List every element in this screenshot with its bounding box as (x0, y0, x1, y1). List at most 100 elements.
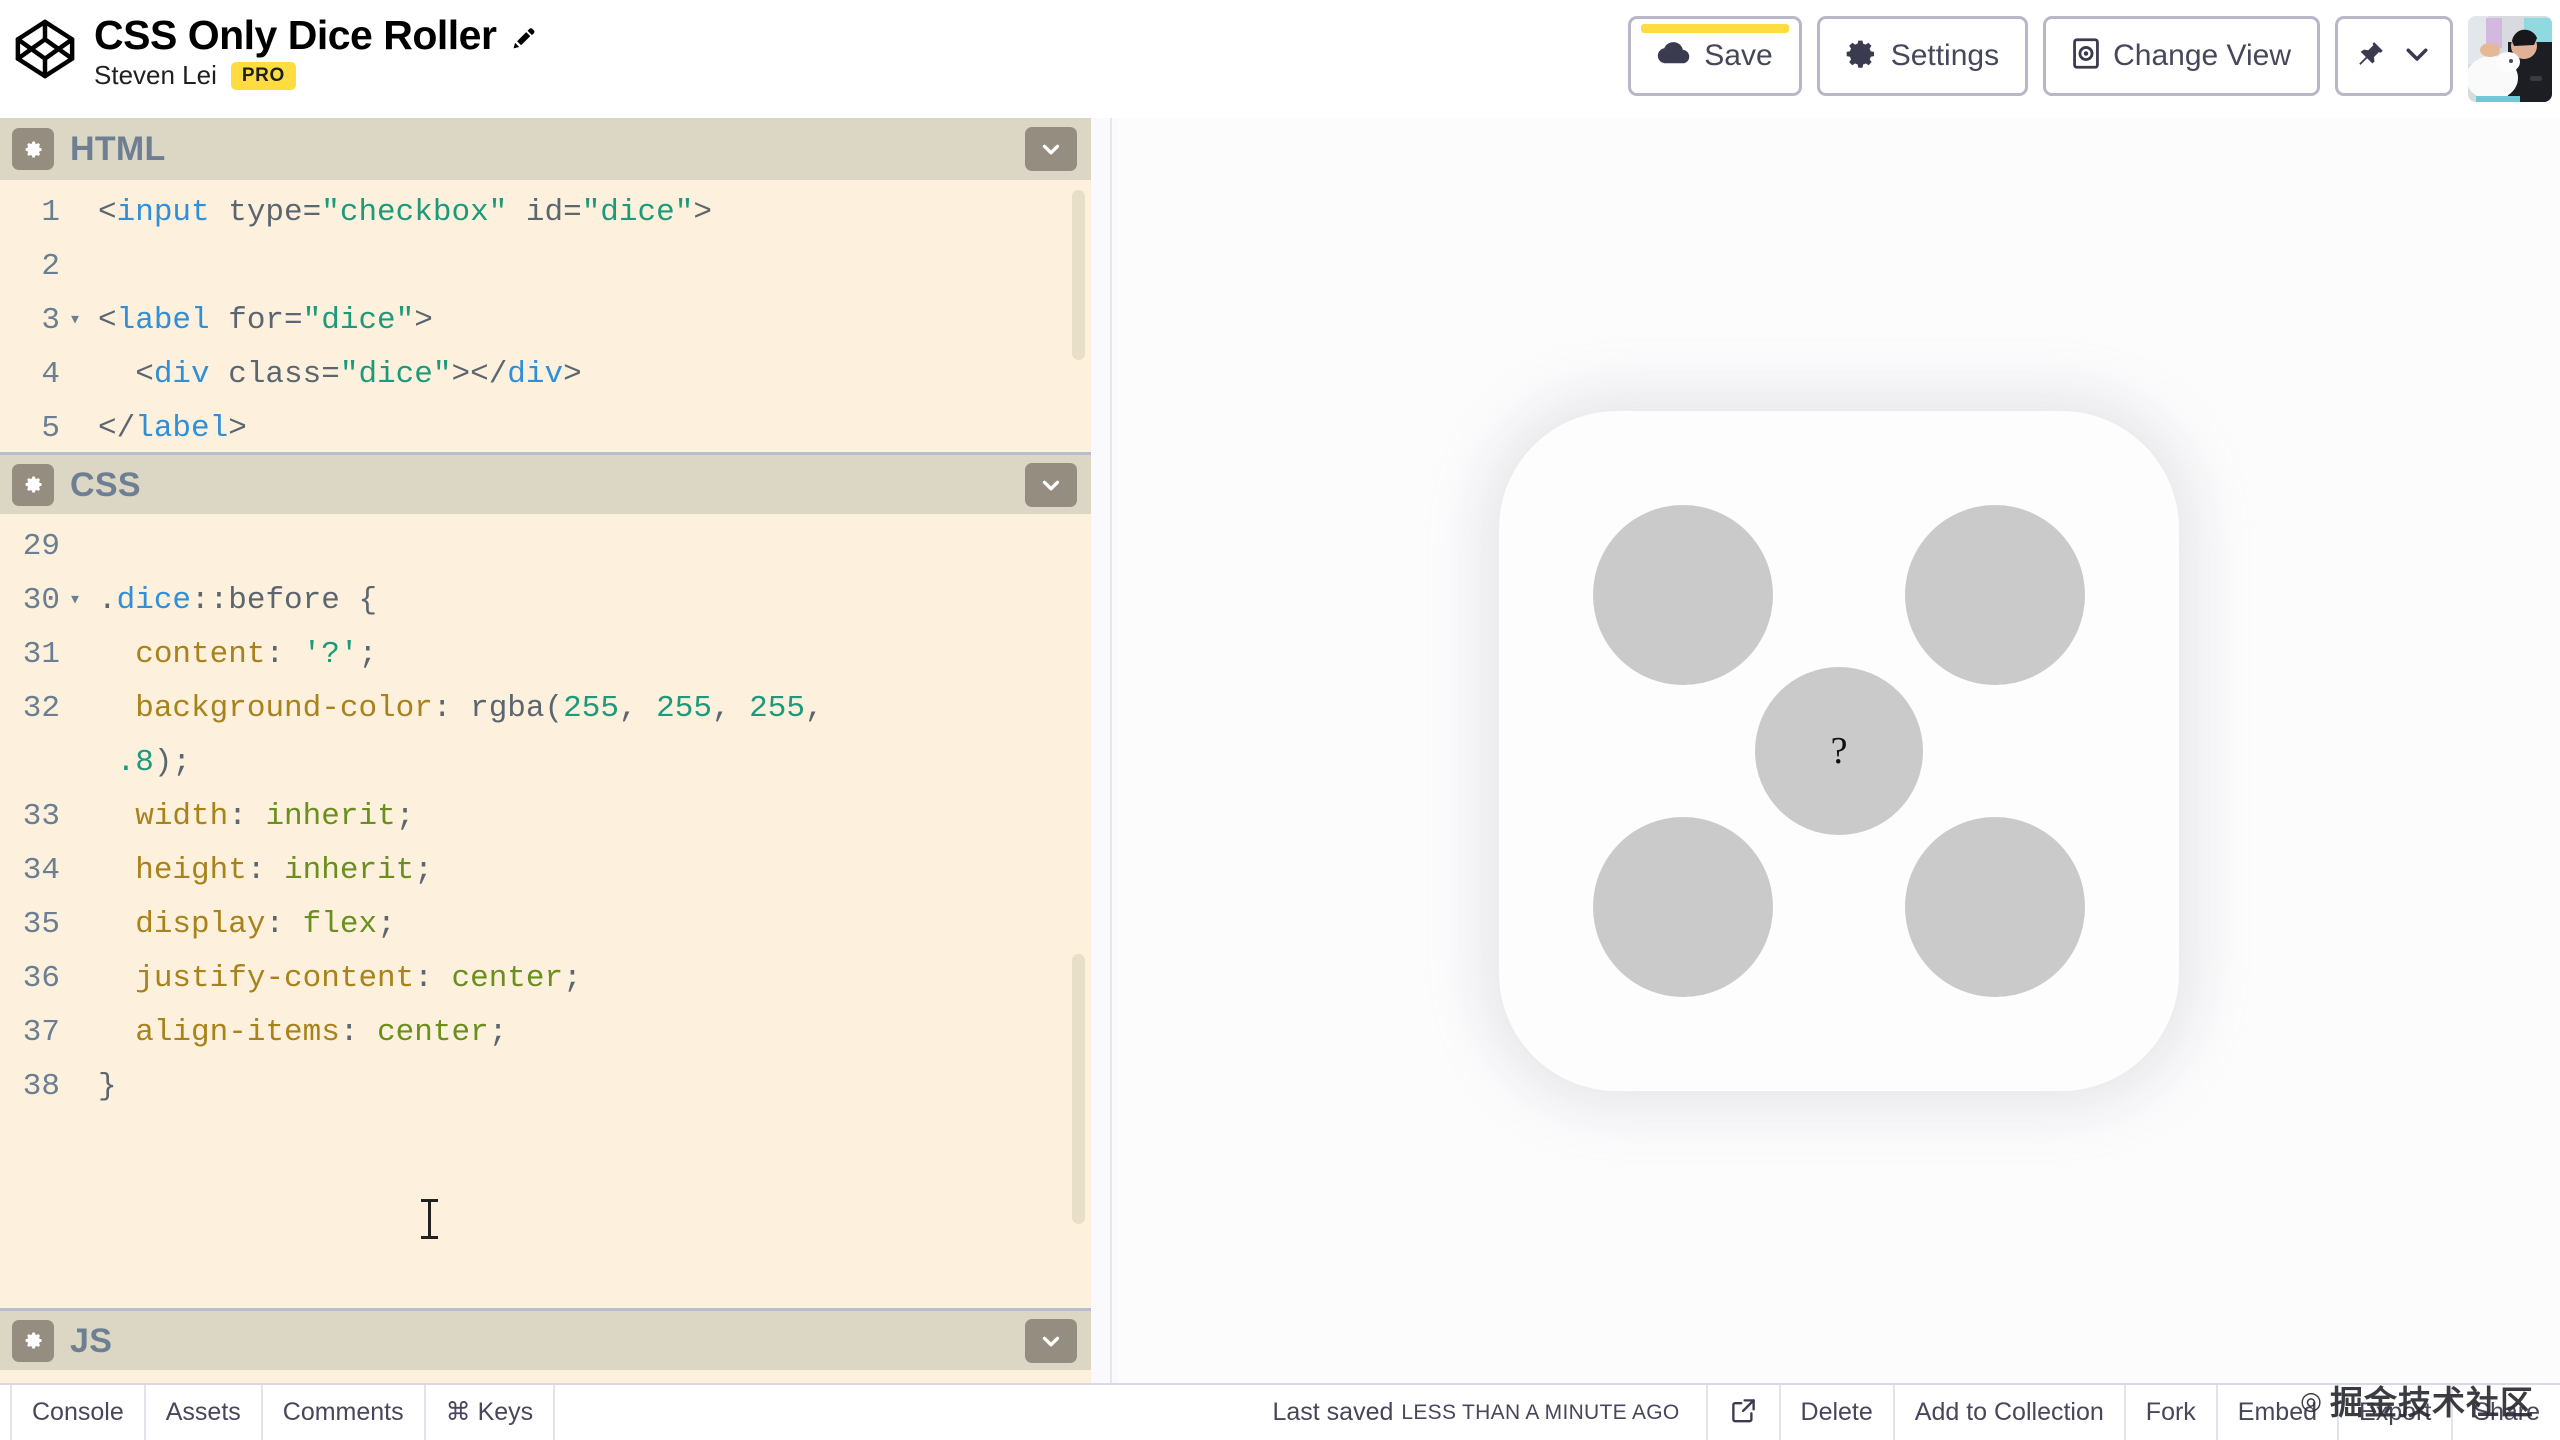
code-line[interactable]: 4 <div class="dice"></div> (0, 348, 1091, 402)
code-line[interactable]: 2 (0, 240, 1091, 294)
bottom-tab-comments[interactable]: Comments (263, 1385, 426, 1440)
page-title: CSS Only Dice Roller (94, 12, 497, 58)
html-panel-label: HTML (70, 130, 166, 168)
code-line[interactable]: 35 display: flex; (0, 898, 1091, 952)
line-number: 1 (41, 195, 60, 230)
change-view-icon (2072, 37, 2100, 75)
code-text: .dice::before { (98, 583, 378, 618)
code-line[interactable]: 36 justify-content: center; (0, 952, 1091, 1006)
code-text: content: '?'; (135, 637, 378, 672)
code-text: display: flex; (135, 907, 396, 942)
add-to-collection-button[interactable]: Add to Collection (1892, 1385, 2124, 1440)
css-editor-panel: CSS 29 30 ▾ .dice::before {31 content: '?';… (0, 452, 1091, 1308)
fork-button[interactable]: Fork (2123, 1385, 2216, 1440)
code-line[interactable]: 34 height: inherit; (0, 844, 1091, 898)
author-name[interactable]: Steven Lei (94, 60, 217, 91)
open-external-button[interactable] (1705, 1385, 1779, 1440)
last-saved-status: Last saved LESS THAN A MINUTE AGO (1246, 1385, 1705, 1440)
embed-button[interactable]: Embed (2215, 1385, 2337, 1440)
change-view-button[interactable]: Change View (2043, 16, 2320, 96)
js-settings-gear-icon[interactable] (12, 1319, 54, 1362)
last-saved-prefix: Last saved (1272, 1398, 1394, 1426)
bottom-right-actions: Last saved LESS THAN A MINUTE AGO Delete… (1246, 1385, 2560, 1440)
js-collapse-chevron-down-icon[interactable] (1025, 1318, 1077, 1363)
js-panel-header: JS (0, 1308, 1091, 1370)
js-editor-panel: JS (0, 1308, 1091, 1370)
line-number: 37 (22, 1015, 60, 1050)
author-row: Steven Lei PRO (94, 60, 537, 91)
dice-pip-top-left (1593, 504, 1773, 685)
title-row: CSS Only Dice Roller (94, 12, 537, 58)
pin-button[interactable] (2335, 16, 2453, 96)
line-number: 29 (22, 529, 60, 564)
save-label: Save (1704, 39, 1773, 72)
codepen-logo-icon[interactable] (14, 18, 76, 80)
panel-resizer[interactable] (1091, 118, 1118, 1383)
bottom-tab-assets[interactable]: Assets (146, 1385, 263, 1440)
css-editor-scrollbar[interactable] (1072, 954, 1085, 1224)
workspace: HTML 1 <input type="checkbox" id="dice"> 2… (0, 118, 2560, 1383)
html-code-area[interactable]: 1 <input type="checkbox" id="dice"> 2 3 ▾ <la… (0, 180, 1091, 452)
html-collapse-chevron-down-icon[interactable] (1025, 127, 1077, 171)
preview-pane[interactable]: ? (1118, 118, 2560, 1383)
line-number: 33 (22, 799, 60, 834)
html-editor-scrollbar[interactable] (1072, 190, 1085, 360)
line-number: 32 (22, 691, 60, 726)
bottom-bar-spacer (555, 1385, 1246, 1440)
dice-pip-bottom-right (1905, 816, 2085, 997)
external-link-icon (1730, 1397, 1757, 1429)
code-line[interactable]: 31 content: '?'; (0, 628, 1091, 682)
fold-toggle-icon[interactable]: ▾ (62, 574, 88, 628)
dice-preview[interactable]: ? (1499, 410, 2179, 1091)
pro-badge: PRO (230, 61, 296, 90)
html-editor-panel: HTML 1 <input type="checkbox" id="dice"> 2… (0, 118, 1091, 452)
gear-icon (1846, 38, 1878, 75)
code-line[interactable]: .8); (0, 736, 1091, 790)
settings-label: Settings (1890, 39, 2000, 72)
code-line[interactable]: 3 ▾ <label for="dice"> (0, 294, 1091, 348)
code-text: justify-content: center; (135, 961, 582, 996)
css-panel-label: CSS (70, 465, 141, 504)
css-code-area[interactable]: 29 30 ▾ .dice::before {31 content: '?'; 32 b… (0, 514, 1091, 1308)
code-line[interactable]: 33 width: inherit; (0, 790, 1091, 844)
change-view-label: Change View (2113, 39, 2291, 72)
line-number: 35 (22, 907, 60, 942)
pencil-icon[interactable] (510, 25, 537, 52)
code-line[interactable]: 30 ▾ .dice::before { (0, 574, 1091, 628)
code-line[interactable]: 38} (0, 1060, 1091, 1114)
save-button[interactable]: Save (1628, 16, 1802, 96)
last-saved-value: LESS THAN A MINUTE AGO (1401, 1401, 1680, 1424)
dice-pip-center: ? (1755, 666, 1923, 835)
code-text: height: inherit; (135, 853, 433, 888)
line-number: 36 (22, 961, 60, 996)
code-line[interactable]: 37 align-items: center; (0, 1006, 1091, 1060)
brand-block: CSS Only Dice Roller Steven Lei PRO (0, 0, 537, 91)
line-number: 31 (22, 637, 60, 672)
dice-pip-bottom-left (1593, 816, 1773, 997)
code-line[interactable]: 29 (0, 520, 1091, 574)
code-text: .8); (116, 745, 192, 780)
css-settings-gear-icon[interactable] (12, 463, 54, 506)
avatar[interactable] (2468, 16, 2552, 102)
top-toolbar: Save Settings Change View (1628, 16, 2552, 102)
export-button[interactable]: Export (2337, 1385, 2451, 1440)
html-settings-gear-icon[interactable] (12, 128, 54, 170)
bottom-tab-console[interactable]: Console (10, 1385, 146, 1440)
bottom-tab-keys[interactable]: ⌘ Keys (426, 1385, 556, 1440)
dice-pip-top-right (1905, 504, 2085, 685)
cloud-icon (1657, 41, 1691, 71)
fold-toggle-icon[interactable]: ▾ (62, 294, 88, 348)
share-button[interactable]: Share (2451, 1385, 2560, 1440)
code-line[interactable]: 1 <input type="checkbox" id="dice"> (0, 186, 1091, 240)
text-cursor (421, 1199, 438, 1239)
code-text: <div class="dice"></div> (98, 357, 582, 392)
code-text: </label> (98, 411, 247, 446)
unsaved-indicator (1641, 24, 1789, 33)
line-number: 4 (41, 357, 60, 392)
code-line[interactable]: 32 background-color: rgba(255, 255, 255, (0, 682, 1091, 736)
delete-button[interactable]: Delete (1778, 1385, 1893, 1440)
code-line[interactable]: 5 </label> (0, 402, 1091, 452)
editor-column: HTML 1 <input type="checkbox" id="dice"> 2… (0, 118, 1091, 1383)
css-collapse-chevron-down-icon[interactable] (1025, 462, 1077, 507)
settings-button[interactable]: Settings (1816, 16, 2029, 96)
